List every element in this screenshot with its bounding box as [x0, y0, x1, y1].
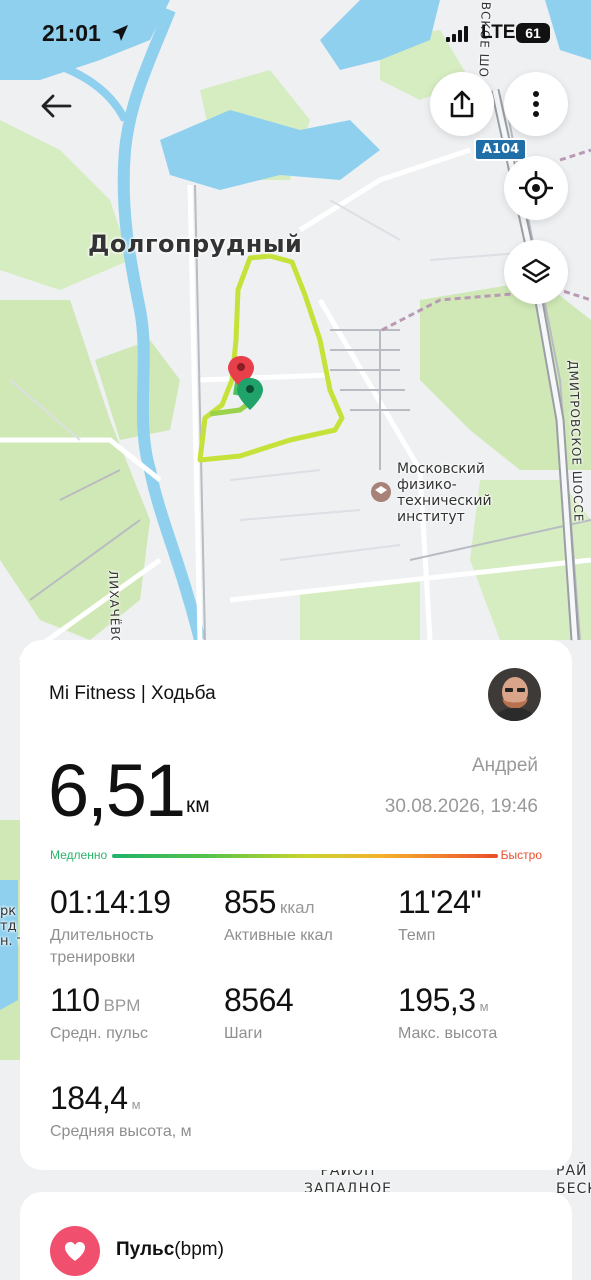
heart-badge	[50, 1226, 100, 1276]
stat-value: 8564	[224, 982, 294, 1018]
stat-max-altitude: 195,3 м Макс. высота	[398, 982, 497, 1045]
stat-label: Средн. пульс	[50, 1025, 149, 1042]
road-badge: A104	[474, 138, 528, 161]
distance-unit: км	[186, 794, 210, 817]
battery-icon: 61	[516, 23, 550, 43]
workout-datetime: 30.08.2026, 19:46	[384, 796, 538, 817]
speed-gradient-bar	[112, 854, 498, 858]
map-city-label: Долгопрудный	[88, 230, 303, 258]
pulse-title: Пульс	[116, 1239, 175, 1260]
layers-icon	[521, 258, 551, 284]
stat-pace: 11'24" Темп	[398, 884, 482, 947]
share-icon	[450, 90, 474, 118]
institute-label-line3: технический	[397, 493, 492, 509]
avatar[interactable]	[488, 668, 541, 721]
pulse-section-title: Пульс(bpm)	[116, 1239, 224, 1261]
stat-unit: м	[479, 999, 489, 1014]
stat-value: 855	[224, 884, 276, 920]
status-time: 21:01	[42, 20, 101, 46]
district-right-label: РАЙ БЕСКУНИН	[556, 1162, 591, 1198]
layers-button[interactable]	[504, 240, 568, 304]
stat-value: 184,4	[50, 1080, 128, 1116]
crosshair-icon	[519, 171, 553, 205]
heart-icon	[65, 1242, 85, 1261]
institute-label-line1: Московский	[397, 461, 485, 477]
back-arrow-icon[interactable]	[38, 88, 74, 124]
stat-active-kcal: 855 ккал Активные ккал	[224, 884, 333, 947]
location-arrow-icon	[112, 25, 128, 41]
stat-unit: м	[131, 1097, 141, 1112]
stat-duration: 01:14:19 Длительность тренировки	[50, 884, 210, 969]
stat-label: Шаги	[224, 1025, 263, 1042]
user-name: Андрей	[472, 755, 538, 776]
institute-label: Московский физико- технический институт	[397, 461, 492, 525]
stat-label: Средняя высота, м	[50, 1123, 192, 1140]
speed-legend: Медленно Быстро	[50, 848, 542, 864]
stat-unit: ккал	[279, 898, 315, 917]
stat-label: Длительность тренировки	[50, 927, 154, 966]
network-type: LTE	[481, 22, 516, 43]
user-avatar-icon	[488, 668, 541, 721]
stat-value: 195,3	[398, 982, 476, 1018]
signal-icon	[446, 26, 468, 42]
speed-slow-label: Медленно	[50, 848, 108, 862]
pulse-unit: (bpm)	[174, 1239, 224, 1260]
more-vertical-icon	[533, 91, 539, 117]
stat-value: 11'24"	[398, 884, 482, 920]
share-button[interactable]	[430, 72, 494, 136]
distance-value: 6,51	[48, 749, 186, 832]
stat-avg-altitude: 184,4 м Средняя высота, м	[50, 1080, 192, 1143]
stat-avg-pulse: 110 BPM Средн. пульс	[50, 982, 148, 1045]
pulse-section[interactable]: Пульс(bpm)	[20, 1192, 572, 1280]
stat-value: 110	[50, 982, 100, 1018]
stat-unit: BPM	[103, 996, 141, 1015]
stat-steps: 8564 Шаги	[224, 982, 294, 1045]
stat-value: 01:14:19	[50, 884, 171, 920]
stat-label: Макс. высота	[398, 1025, 498, 1042]
workout-source-type: Mi Fitness | Ходьба	[49, 683, 216, 704]
institute-label-line2: физико-	[397, 477, 457, 493]
workout-summary-card: Mi Fitness | Ходьба 6,51 км Андрей 30.08…	[20, 640, 572, 1170]
status-bar: 21:01 LTE 61	[0, 0, 591, 66]
more-button[interactable]	[504, 72, 568, 136]
stat-label: Активные ккал	[224, 927, 333, 944]
speed-fast-label: Быстро	[500, 848, 542, 862]
stat-label: Темп	[398, 927, 436, 944]
locate-button[interactable]	[504, 156, 568, 220]
institute-label-line4: институт	[397, 509, 465, 525]
